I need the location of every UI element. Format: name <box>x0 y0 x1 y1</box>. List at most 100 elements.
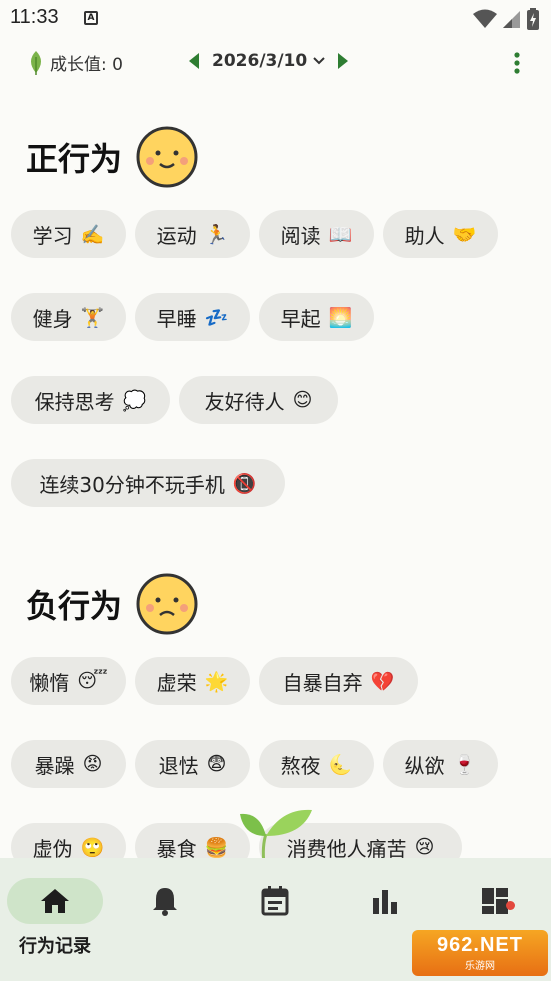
chip-label: 学习 <box>32 223 73 248</box>
wifi-icon <box>473 9 497 28</box>
chip-study[interactable]: 学习 ✍️ <box>11 210 126 258</box>
chip-helping[interactable]: 助人 🤝 <box>383 210 498 258</box>
chip-emoji: 💤 <box>204 306 229 329</box>
chip-label: 保持思考 <box>34 389 115 414</box>
growth-label: 成长值: 0 <box>50 55 123 75</box>
notification-dot <box>506 901 515 910</box>
chip-wake-early[interactable]: 早起 🌅 <box>259 293 374 341</box>
chip-label: 运动 <box>156 223 197 248</box>
chip-emoji: 💭 <box>122 389 147 412</box>
chip-sleep-early[interactable]: 早睡 💤 <box>135 293 250 341</box>
chip-label: 连续30分钟不玩手机 <box>39 472 225 497</box>
chip-emoji: 💔 <box>370 670 395 693</box>
chip-label: 友好待人 <box>204 389 285 414</box>
chevron-left-icon <box>189 53 199 69</box>
watermark-bottom: 乐游网 <box>465 961 495 972</box>
watermark-logo: 962.NET 乐游网 <box>412 930 548 976</box>
nav-behavior-record[interactable]: 行为记录 <box>0 858 110 981</box>
bar-chart-icon <box>373 890 397 914</box>
chip-label: 熬夜 <box>280 753 321 778</box>
chip-emoji: 🌜 <box>328 753 353 776</box>
chip-emoji: 😴 <box>77 670 108 692</box>
chip-emoji: 🍔 <box>204 836 229 859</box>
chip-label: 阅读 <box>280 223 321 248</box>
top-bar: 成长值: 0 2026/3/10 <box>0 42 551 84</box>
chip-label: 退怯 <box>158 753 199 778</box>
chip-emoji: 🙄 <box>80 836 105 859</box>
chip-label: 虚荣 <box>156 670 197 695</box>
chip-emoji: 😢 <box>414 836 435 858</box>
chip-vanity[interactable]: 虚荣 🌟 <box>135 657 250 705</box>
calendar-icon <box>261 886 289 916</box>
chevron-down-icon <box>313 57 325 65</box>
chip-emoji: 😨 <box>206 753 227 775</box>
nav-pill <box>117 878 213 924</box>
nav-calendar[interactable] <box>220 858 330 981</box>
chevron-right-icon <box>338 53 349 69</box>
leaf-icon <box>31 50 41 75</box>
chip-label: 早睡 <box>156 306 197 331</box>
chip-emoji: 📵 <box>232 472 257 495</box>
frown-face-icon <box>136 573 198 635</box>
chip-stay-up[interactable]: 熬夜 🌜 <box>259 740 374 788</box>
chip-emoji: 🏃 <box>204 223 229 246</box>
chip-no-phone[interactable]: 连续30分钟不玩手机 📵 <box>11 459 285 507</box>
chip-label: 健身 <box>32 306 73 331</box>
bell-icon <box>153 888 177 916</box>
nav-pill <box>337 878 433 924</box>
negative-title: 负行为 <box>26 573 198 635</box>
watermark-top: 962.NET <box>437 934 523 956</box>
chip-keep-thinking[interactable]: 保持思考 💭 <box>11 376 170 424</box>
signal-icon <box>503 11 520 28</box>
battery-icon <box>527 8 539 30</box>
chip-label: 早起 <box>280 306 321 331</box>
chip-self-abandon[interactable]: 自暴自弃 💔 <box>259 657 418 705</box>
chip-label: 纵欲 <box>404 753 445 778</box>
chip-fitness[interactable]: 健身 🏋️ <box>11 293 126 341</box>
chip-emoji: 📖 <box>328 223 353 246</box>
chip-emoji: 🌟 <box>204 670 229 693</box>
positive-title-text: 正行为 <box>26 140 123 178</box>
chip-exercise[interactable]: 运动 🏃 <box>135 210 250 258</box>
date-dropdown[interactable]: 2026/3/10 <box>212 51 325 71</box>
growth-value: 成长值: 0 <box>28 50 123 75</box>
chip-label: 懒惰 <box>29 670 70 695</box>
next-date-button[interactable] <box>335 48 351 74</box>
chip-friendly[interactable]: 友好待人 😊 <box>179 376 338 424</box>
nav-label: 行为记录 <box>19 936 91 957</box>
chip-irritable[interactable]: 暴躁 😡 <box>11 740 126 788</box>
chip-label: 助人 <box>404 223 445 248</box>
prev-date-button[interactable] <box>186 48 202 74</box>
status-time: 11:33 <box>10 6 59 28</box>
more-vert-icon <box>514 52 520 74</box>
status-bar: 11:33 A <box>0 0 551 38</box>
date-selector: 2026/3/10 <box>186 48 351 74</box>
chip-emoji: 😊 <box>292 389 313 411</box>
chip-timid[interactable]: 退怯 😨 <box>135 740 250 788</box>
chip-label: 自暴自弃 <box>282 670 363 695</box>
chip-indulgence[interactable]: 纵欲 🍷 <box>383 740 498 788</box>
chip-emoji: 🤝 <box>452 223 477 246</box>
chip-reading[interactable]: 阅读 📖 <box>259 210 374 258</box>
chip-emoji: 🌅 <box>328 306 353 329</box>
chip-emoji: 🍷 <box>452 753 477 776</box>
nav-notifications[interactable] <box>110 858 220 981</box>
nav-pill <box>227 878 323 924</box>
positive-title: 正行为 <box>26 126 198 188</box>
nav-pill <box>447 878 543 924</box>
chip-lazy[interactable]: 懒惰 😴 <box>11 657 126 705</box>
home-icon <box>41 889 69 913</box>
sprout-icon <box>240 809 312 865</box>
chip-label: 暴躁 <box>34 753 75 778</box>
nav-pill <box>7 878 103 924</box>
more-menu-button[interactable] <box>511 50 523 76</box>
chip-emoji: 😡 <box>82 753 103 775</box>
negative-title-text: 负行为 <box>26 587 123 625</box>
status-icons <box>473 8 539 30</box>
date-text: 2026/3/10 <box>212 51 308 71</box>
chip-emoji: ✍️ <box>80 223 105 246</box>
smile-face-icon <box>136 126 198 188</box>
keyboard-a-icon: A <box>84 11 98 25</box>
chip-emoji: 🏋️ <box>80 306 105 329</box>
dashboard-icon <box>482 888 508 914</box>
